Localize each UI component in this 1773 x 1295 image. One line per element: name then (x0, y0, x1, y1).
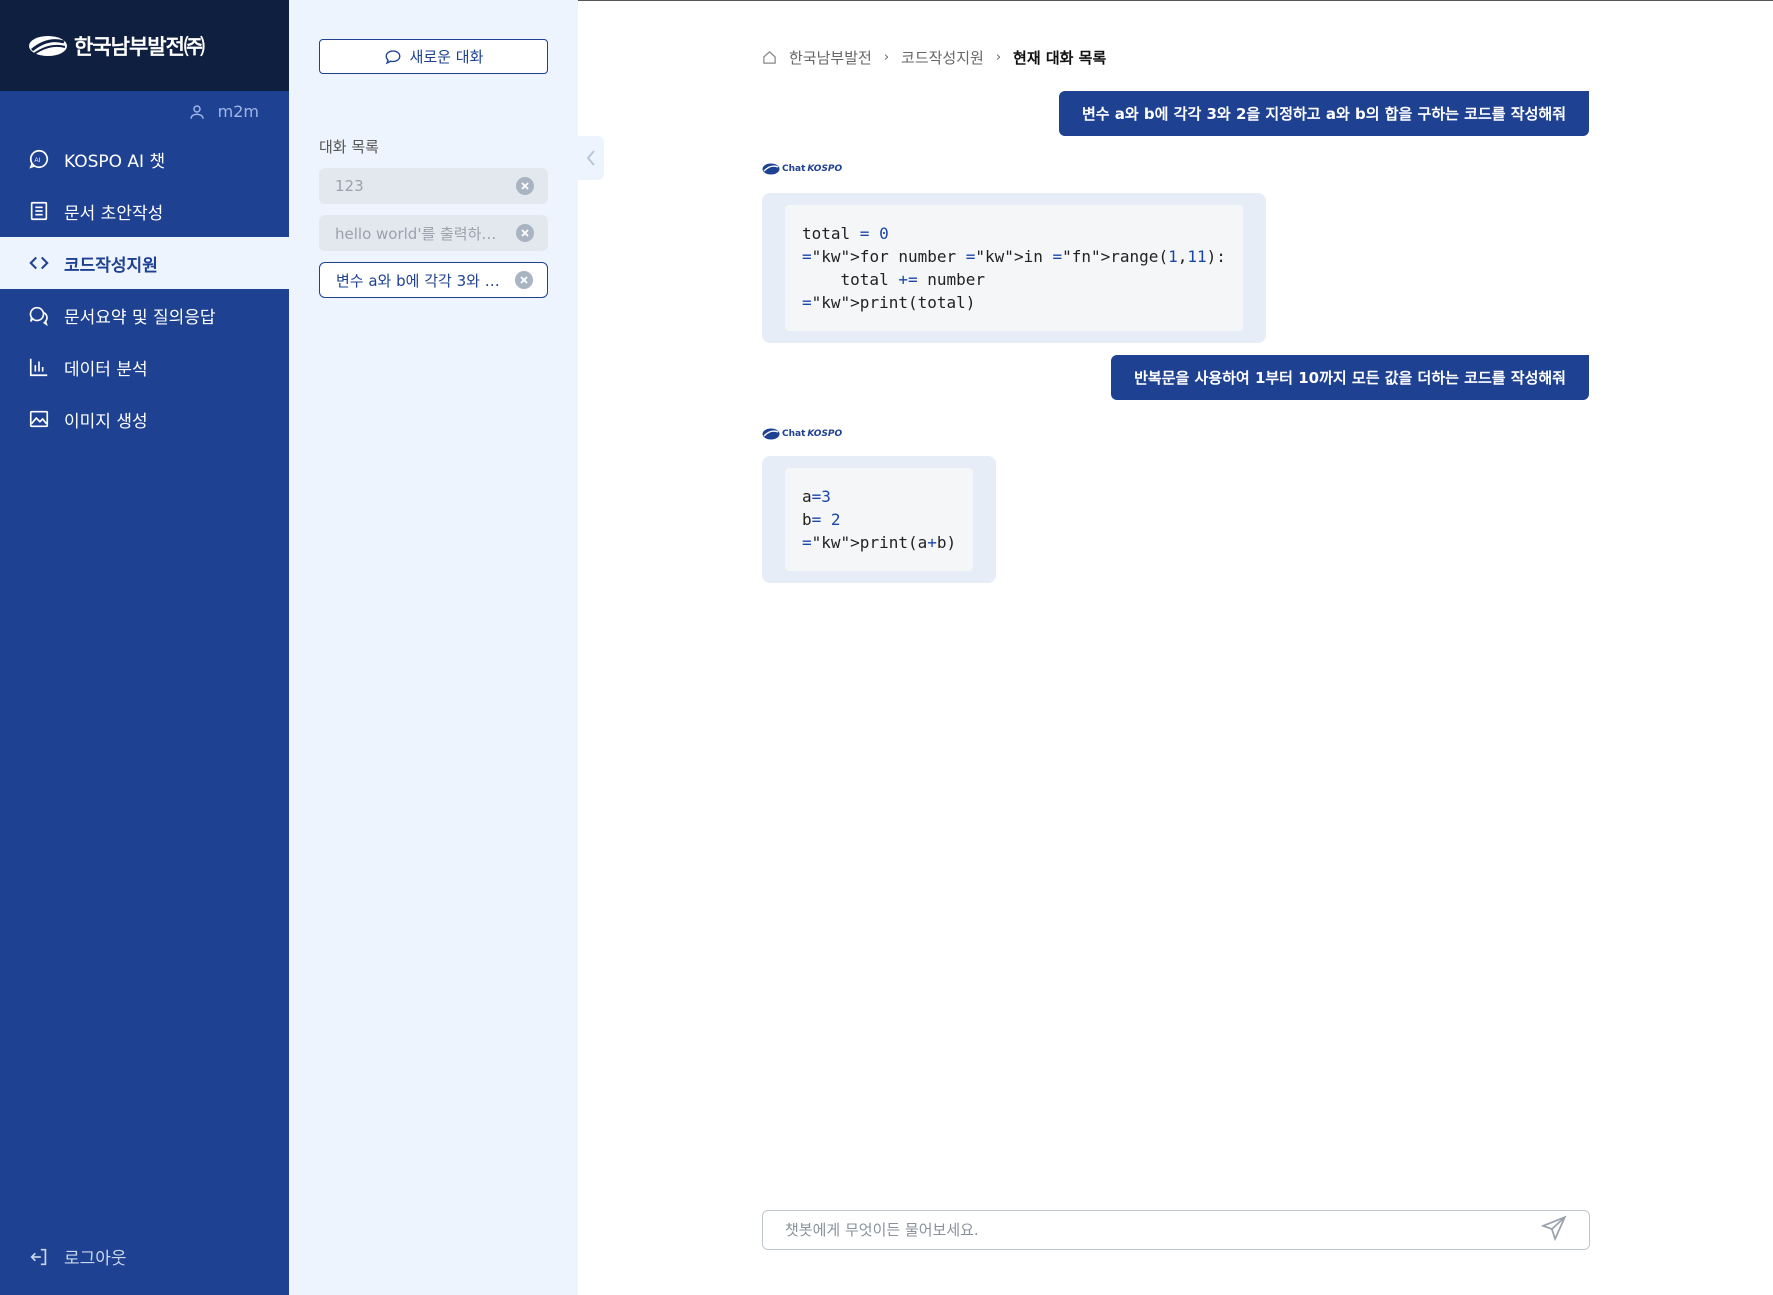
svg-text:AI: AI (34, 157, 40, 164)
conversation-item-label: hello world'를 출력하… (335, 224, 497, 243)
logout-icon (30, 1248, 47, 1265)
kospo-logo-icon (762, 428, 780, 440)
logout-button[interactable]: 로그아웃 (28, 1244, 127, 1269)
home-icon (763, 51, 776, 64)
panel-collapse-button[interactable] (578, 136, 604, 180)
nav-item-code-assist[interactable]: 코드작성지원 (0, 237, 289, 289)
chat-bubbles-icon (29, 306, 48, 326)
close-icon (521, 182, 529, 190)
new-chat-button[interactable]: 새로운 대화 (319, 39, 548, 74)
close-icon (521, 229, 529, 237)
code-block: a=3 b= 2 ="kw">print(a+b) (785, 468, 974, 571)
bot-badge: Chat KOSPO (762, 428, 842, 440)
sidebar-nav: 한국남부발전㈜ m2m AI KOSPO AI 챗 문서 초안작성 코드작성지원 (0, 0, 289, 1295)
nav-item-label: 데이터 분석 (64, 359, 148, 380)
nav-item-label: 이미지 생성 (64, 411, 148, 432)
breadcrumb-home[interactable]: 한국남부발전 (789, 47, 872, 68)
bot-response: total = 0 ="kw">for number ="kw">in ="fn… (762, 193, 1266, 343)
bar-chart-icon (29, 358, 48, 377)
breadcrumb-current: 현재 대화 목록 (1013, 49, 1107, 67)
close-icon (520, 276, 528, 284)
conversation-item-label: 변수 a와 b에 각각 3와 2… (336, 271, 506, 290)
document-icon (30, 201, 48, 221)
kospo-logo-icon (762, 163, 780, 175)
conversation-panel: 새로운 대화 대화 목록 123 hello world'를 출력하… 변수 a… (289, 0, 578, 1295)
speech-bubble-icon (385, 49, 401, 64)
nav-item-data-analysis[interactable]: 데이터 분석 (0, 341, 289, 393)
bot-badge-brand: KOSPO (807, 164, 843, 174)
user-name: m2m (217, 102, 259, 121)
ai-chat-icon: AI (29, 149, 49, 169)
bot-response: a=3 b= 2 ="kw">print(a+b) (762, 456, 997, 583)
nav-item-label: KOSPO AI 챗 (64, 151, 166, 172)
chat-input[interactable] (785, 1221, 1485, 1239)
breadcrumb-separator: › (883, 50, 890, 65)
code-icon (29, 256, 49, 270)
nav-item-label: 문서요약 및 질의응답 (64, 307, 216, 328)
conversation-item[interactable]: hello world'를 출력하… (319, 215, 548, 251)
code-block: total = 0 ="kw">for number ="kw">in ="fn… (785, 205, 1243, 331)
breadcrumb: 한국남부발전 › 코드작성지원 › 현재 대화 목록 (762, 47, 1106, 68)
delete-conversation-button[interactable] (516, 224, 534, 242)
delete-conversation-button[interactable] (515, 271, 533, 289)
delete-conversation-button[interactable] (516, 177, 534, 195)
breadcrumb-section[interactable]: 코드작성지원 (901, 47, 984, 68)
logout-label: 로그아웃 (64, 1249, 127, 1269)
conversation-item-active[interactable]: 변수 a와 b에 각각 3와 2… (319, 262, 548, 298)
user-profile[interactable]: m2m (188, 102, 259, 121)
bot-badge-brand: KOSPO (807, 429, 843, 439)
conversation-item[interactable]: 123 (319, 168, 548, 204)
nav-item-image-generation[interactable]: 이미지 생성 (0, 393, 289, 445)
user-icon (189, 104, 204, 119)
nav-item-kospo-ai-chat[interactable]: AI KOSPO AI 챗 (0, 133, 289, 185)
nav-item-label: 문서 초안작성 (64, 203, 164, 224)
breadcrumb-separator: › (995, 50, 1002, 65)
image-icon (29, 410, 49, 428)
send-button[interactable] (1540, 1215, 1567, 1245)
user-message: 변수 a와 b에 각각 3와 2을 지정하고 a와 b의 합을 구하는 코드를 … (1058, 91, 1589, 136)
bot-badge: Chat KOSPO (762, 163, 842, 175)
brand-logo-text: 한국남부발전㈜ (74, 34, 205, 59)
conversation-list-title: 대화 목록 (319, 138, 379, 156)
logo-bar: 한국남부발전㈜ (0, 0, 289, 91)
chat-input-bar (762, 1210, 1590, 1250)
kospo-logo-icon (29, 35, 67, 56)
conversation-item-label: 123 (335, 177, 364, 195)
nav-item-label: 코드작성지원 (64, 255, 158, 276)
nav-item-document-draft[interactable]: 문서 초안작성 (0, 185, 289, 237)
nav-menu: AI KOSPO AI 챗 문서 초안작성 코드작성지원 문서요약 및 질의응답 (0, 133, 289, 445)
nav-item-doc-summary-qa[interactable]: 문서요약 및 질의응답 (0, 289, 289, 341)
bot-badge-chat: Chat (782, 164, 806, 174)
chevron-left-icon (586, 150, 595, 166)
conversation-list: 123 hello world'를 출력하… 변수 a와 b에 각각 3와 2… (319, 168, 548, 309)
bot-badge-chat: Chat (782, 429, 806, 439)
top-divider (578, 0, 1773, 1)
new-chat-label: 새로운 대화 (409, 48, 484, 66)
user-message: 반복문을 사용하여 1부터 10까지 모든 값을 더하는 코드를 작성해줘 (1111, 355, 1589, 400)
send-icon (1540, 1215, 1567, 1242)
